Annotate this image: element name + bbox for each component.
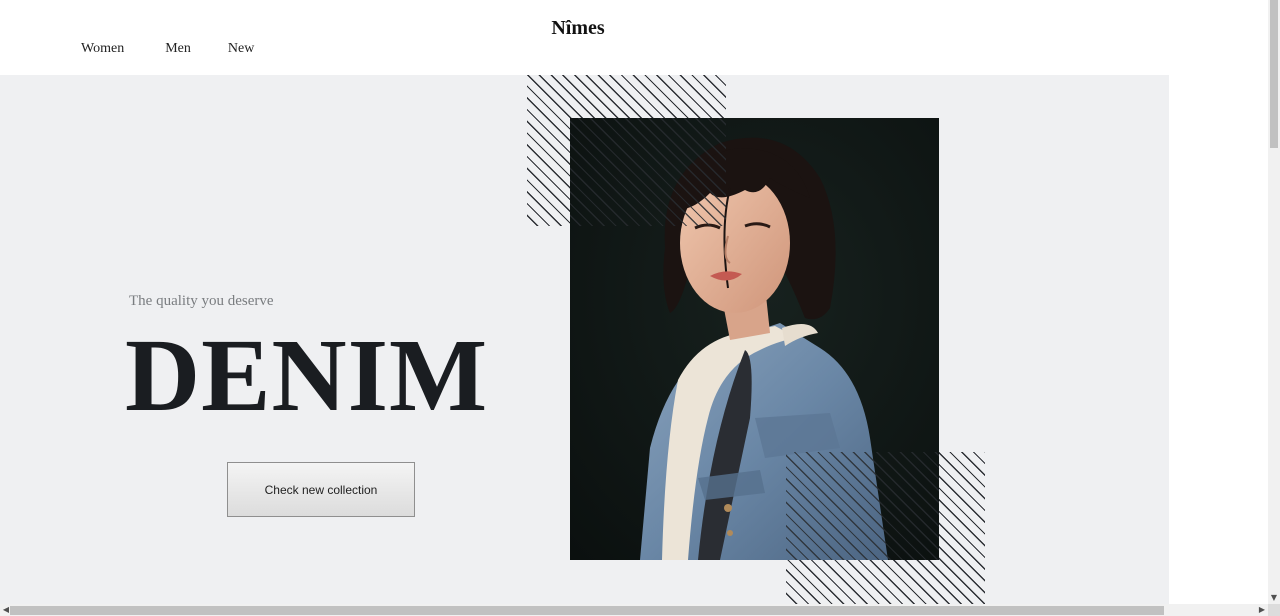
- site-header: Nîmes Women Men New: [0, 0, 1268, 75]
- nav-link-men[interactable]: Men: [165, 41, 191, 57]
- hero-section: The quality you deserve DENIM Check new …: [0, 75, 1169, 604]
- model-in-denim-jacket-photo: [570, 118, 939, 560]
- horizontal-scroll-thumb[interactable]: [10, 606, 1164, 615]
- brand-logo[interactable]: Nîmes: [0, 17, 1156, 40]
- main-nav: Women Men New: [81, 41, 254, 57]
- page: Nîmes Women Men New The quality you dese…: [0, 0, 1268, 604]
- scroll-right-arrow-icon[interactable]: ▶: [1256, 604, 1268, 616]
- right-margin: [1169, 75, 1268, 604]
- scrollbar-corner: [1268, 604, 1280, 616]
- nav-link-new[interactable]: New: [228, 41, 254, 57]
- vertical-scrollbar[interactable]: ▼: [1268, 0, 1280, 604]
- nav-link-women[interactable]: Women: [81, 41, 124, 57]
- hero-headline: DENIM: [125, 318, 489, 433]
- scroll-down-arrow-icon[interactable]: ▼: [1268, 592, 1280, 604]
- check-collection-button[interactable]: Check new collection: [227, 462, 415, 517]
- horizontal-scrollbar[interactable]: ◀ ▶: [0, 604, 1268, 616]
- hero-tagline: The quality you deserve: [129, 293, 274, 309]
- vertical-scroll-thumb[interactable]: [1270, 0, 1278, 148]
